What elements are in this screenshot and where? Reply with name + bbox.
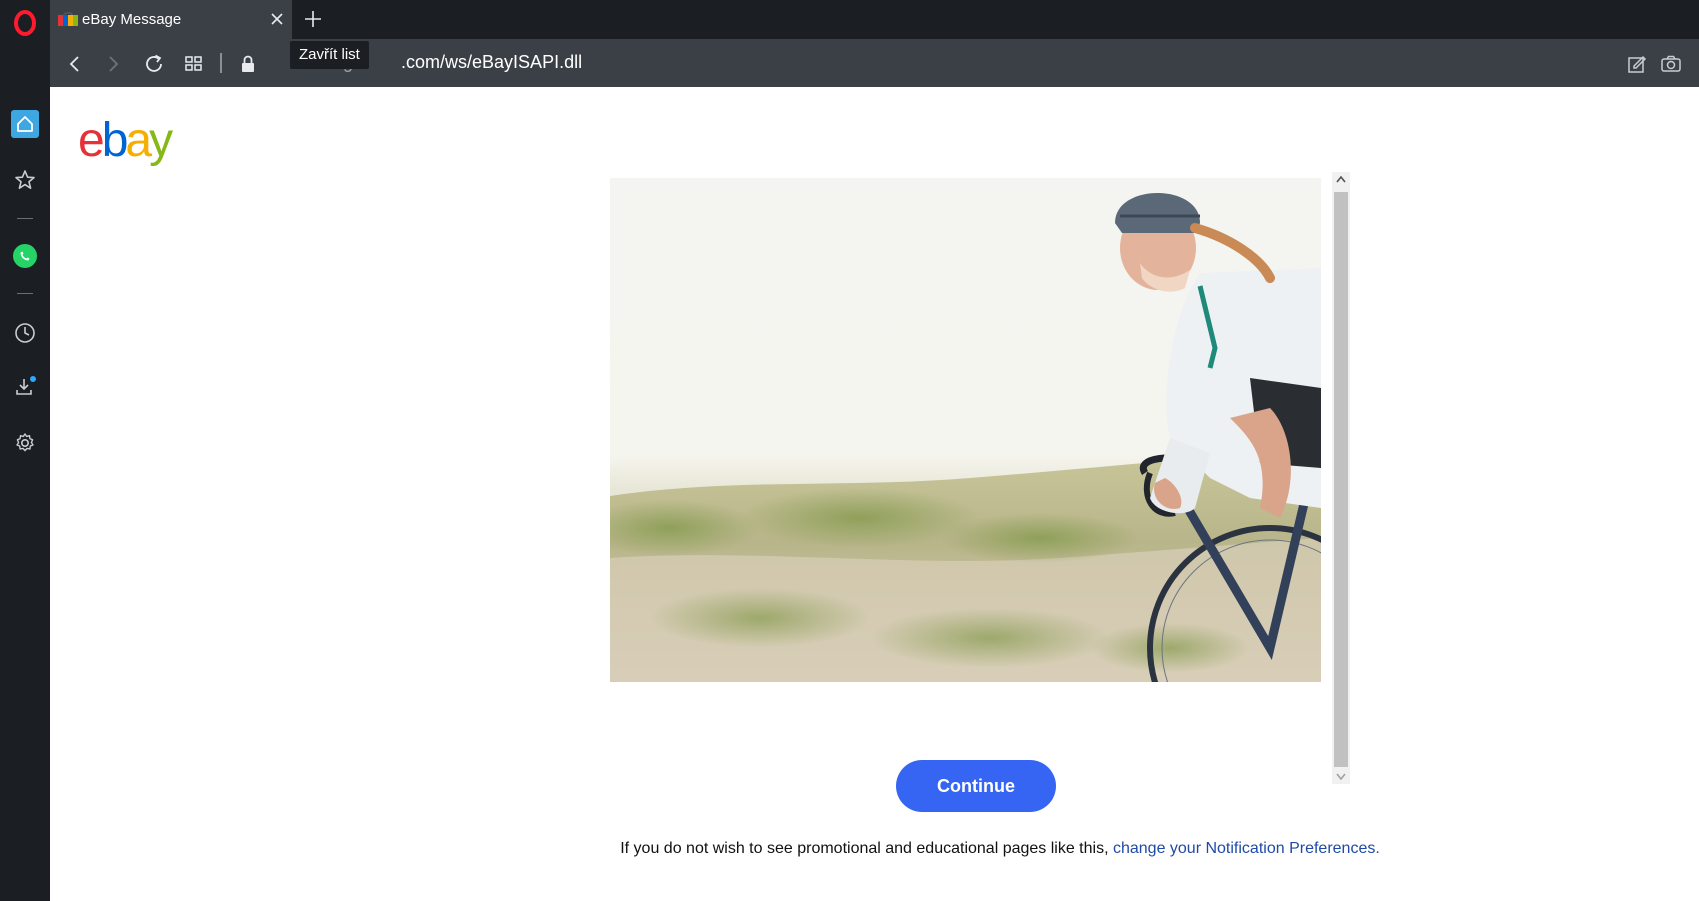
sidebar-separator [17, 293, 33, 294]
footnote-text: If you do not wish to see promotional an… [620, 840, 1113, 857]
lock-icon[interactable] [237, 53, 259, 75]
hero-image [610, 178, 1321, 682]
ebay-logo-b: b [101, 114, 129, 167]
ebay-logo[interactable]: ebay [78, 114, 173, 167]
downloads-icon[interactable] [0, 367, 50, 407]
sidebar-separator [17, 218, 33, 219]
whatsapp-icon[interactable] [0, 236, 50, 276]
reload-icon[interactable] [143, 53, 165, 75]
ebay-logo-y: y [149, 114, 173, 167]
bookmarks-icon[interactable] [0, 160, 50, 200]
notification-preferences-link[interactable]: change your Notification Preferences. [1113, 840, 1380, 857]
forward-icon[interactable] [102, 53, 124, 75]
history-icon[interactable] [0, 313, 50, 353]
snapshot-edit-icon[interactable] [1626, 53, 1648, 75]
page-content: ebay Continue If you do not wish to see … [50, 87, 1699, 901]
back-icon[interactable] [64, 53, 86, 75]
settings-icon[interactable] [0, 423, 50, 463]
notification-footnote: If you do not wish to see promotional an… [590, 840, 1410, 858]
home-icon[interactable] [0, 104, 50, 144]
close-icon[interactable] [268, 10, 286, 28]
tab-strip: eBay Message [50, 0, 1699, 39]
close-tab-tooltip: Zavřít list [290, 41, 369, 69]
ebay-favicon [58, 12, 78, 26]
tab-title: eBay Message [82, 11, 182, 28]
toolbar-divider [220, 53, 222, 73]
tabs-grid-icon[interactable] [183, 53, 205, 75]
tab-ebay-message[interactable]: eBay Message [50, 0, 292, 39]
camera-icon[interactable] [1660, 53, 1682, 75]
continue-button[interactable]: Continue [896, 760, 1056, 812]
url-host: .com/ws/eBayISAPI.dll [401, 52, 583, 72]
hero-scrollbar[interactable] [1332, 172, 1350, 784]
ebay-logo-a: a [125, 114, 152, 167]
opera-sidebar [0, 0, 50, 901]
plus-icon[interactable] [302, 8, 324, 30]
opera-logo-icon[interactable] [0, 3, 50, 43]
ebay-logo-e: e [78, 114, 105, 167]
